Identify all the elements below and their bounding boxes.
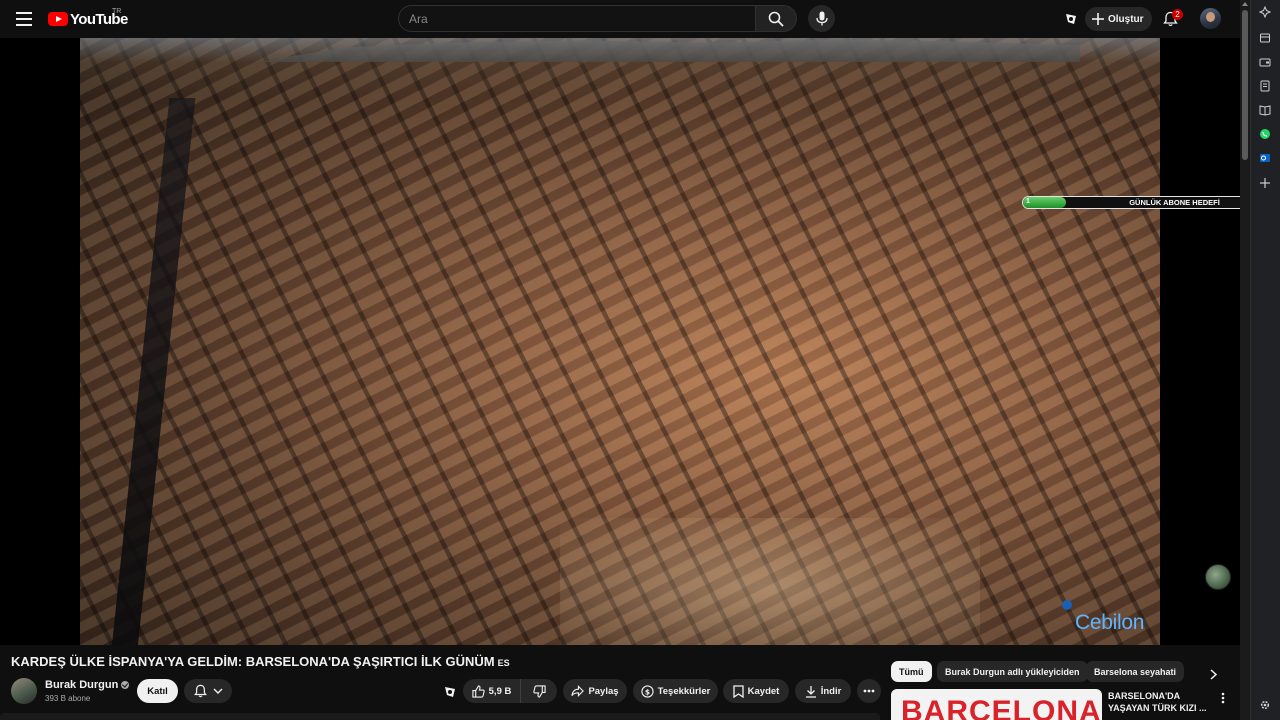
more-actions-button[interactable] (857, 679, 881, 703)
verified-icon (121, 681, 130, 689)
save-icon (733, 684, 744, 698)
like-button[interactable]: 5,9 B (463, 679, 521, 703)
video-street (110, 98, 196, 645)
svg-text:$: $ (645, 687, 650, 696)
search-icon (768, 11, 784, 27)
like-icon (472, 684, 485, 698)
masthead: YouTube TR Oluştur 2 (0, 0, 1240, 38)
notes-icon[interactable] (1258, 79, 1272, 93)
thanks-icon: $ (641, 684, 654, 698)
add-icon[interactable] (1258, 176, 1272, 190)
subscription-bell-button[interactable] (184, 679, 232, 703)
scroll-thumb[interactable] (1242, 10, 1248, 160)
recommendation-title[interactable]: BARSELONA'DA YAŞAYAN TÜRK KIZI ... (1108, 690, 1208, 714)
chip-barcelona-travel[interactable]: Barselona seyahati (1086, 661, 1185, 682)
watermark-logo-icon (1062, 600, 1072, 610)
youtube-logo-icon (48, 12, 68, 26)
hype-icon[interactable] (441, 683, 459, 701)
chevron-down-icon (213, 688, 222, 694)
voice-search-button[interactable] (808, 5, 835, 32)
chevron-right-icon (1209, 668, 1217, 680)
channel-name[interactable]: Burak Durgun (45, 679, 130, 691)
notification-badge: 2 (1172, 9, 1183, 20)
dislike-icon (532, 684, 546, 698)
channel-watermark: Cebilon (1075, 611, 1145, 634)
country-code: TR (112, 8, 122, 15)
like-count: 5,9 B (488, 685, 512, 697)
reading-icon[interactable] (1258, 103, 1272, 117)
chips-next-button[interactable] (1200, 661, 1226, 687)
video-hills (260, 39, 1080, 62)
search-box (398, 5, 756, 32)
thumbnail-text: BARCELONA (901, 695, 1102, 720)
like-dislike-group: 5,9 B (463, 679, 557, 703)
browser-side-panel (1250, 0, 1280, 720)
video-title: KARDEŞ ÜLKE İSPANYA'YA GELDİM: BARSELONA… (11, 654, 510, 669)
more-vertical-icon (1221, 692, 1225, 704)
save-button[interactable]: Kaydet (723, 679, 789, 703)
search-button[interactable] (755, 5, 797, 32)
avatar[interactable] (1200, 8, 1221, 29)
scroll-up-arrow[interactable] (1242, 2, 1248, 6)
download-icon (805, 685, 816, 698)
settings-icon[interactable] (1258, 698, 1272, 712)
bell-icon (193, 684, 207, 698)
download-label: İndir (820, 685, 842, 697)
channel-avatar[interactable] (11, 678, 37, 704)
chip-all[interactable]: Tümü (891, 661, 932, 682)
whatsapp-icon[interactable] (1258, 127, 1272, 141)
chip-from-uploader[interactable]: Burak Durgun adlı yükleyiciden (937, 661, 1088, 682)
more-icon (863, 689, 875, 693)
share-button[interactable]: Paylaş (563, 679, 627, 703)
search-input[interactable] (399, 6, 756, 31)
video-glow (560, 518, 980, 645)
dislike-button[interactable] (521, 679, 557, 703)
download-button[interactable]: İndir (795, 679, 851, 703)
floating-avatar[interactable] (1205, 564, 1231, 590)
subscriber-count: 393 B abone (45, 694, 91, 703)
shopping-icon[interactable] (1258, 31, 1272, 45)
create-button[interactable]: Oluştur (1085, 7, 1152, 31)
channel-name-text: Burak Durgun (45, 679, 119, 691)
video-player[interactable]: Cebilon (0, 38, 1240, 645)
thanks-button[interactable]: $ Teşekkürler (633, 679, 718, 703)
create-label: Oluştur (1108, 13, 1144, 25)
outlook-icon[interactable] (1258, 151, 1272, 165)
video-frame[interactable]: Cebilon (80, 38, 1160, 645)
thanks-label: Teşekkürler (657, 685, 711, 697)
menu-icon[interactable] (12, 8, 36, 30)
description-box[interactable] (0, 713, 880, 720)
subscriber-goal-label: GÜNLÜK ABONE HEDEFİ (1129, 198, 1220, 207)
recommendation-menu-button[interactable] (1216, 690, 1230, 706)
create-plus-icon (1092, 13, 1104, 25)
cast-icon[interactable] (1062, 10, 1080, 28)
video-title-text: KARDEŞ ÜLKE İSPANYA'YA GELDİM: BARSELONA… (11, 654, 495, 669)
wallet-icon[interactable] (1258, 55, 1272, 69)
video-title-tag: ES (497, 658, 510, 668)
share-icon (571, 685, 585, 697)
share-label: Paylaş (588, 685, 619, 697)
page-scrollbar[interactable] (1240, 0, 1250, 720)
save-label: Kaydet (747, 685, 780, 697)
recommendation-thumbnail[interactable]: BARCELONA (891, 689, 1102, 720)
join-button[interactable]: Katıl (137, 679, 178, 703)
mic-icon (815, 11, 828, 26)
copilot-icon[interactable] (1258, 5, 1272, 19)
subscriber-goal-bar: 1 GÜNLÜK ABONE HEDEFİ 6 (1022, 196, 1277, 209)
